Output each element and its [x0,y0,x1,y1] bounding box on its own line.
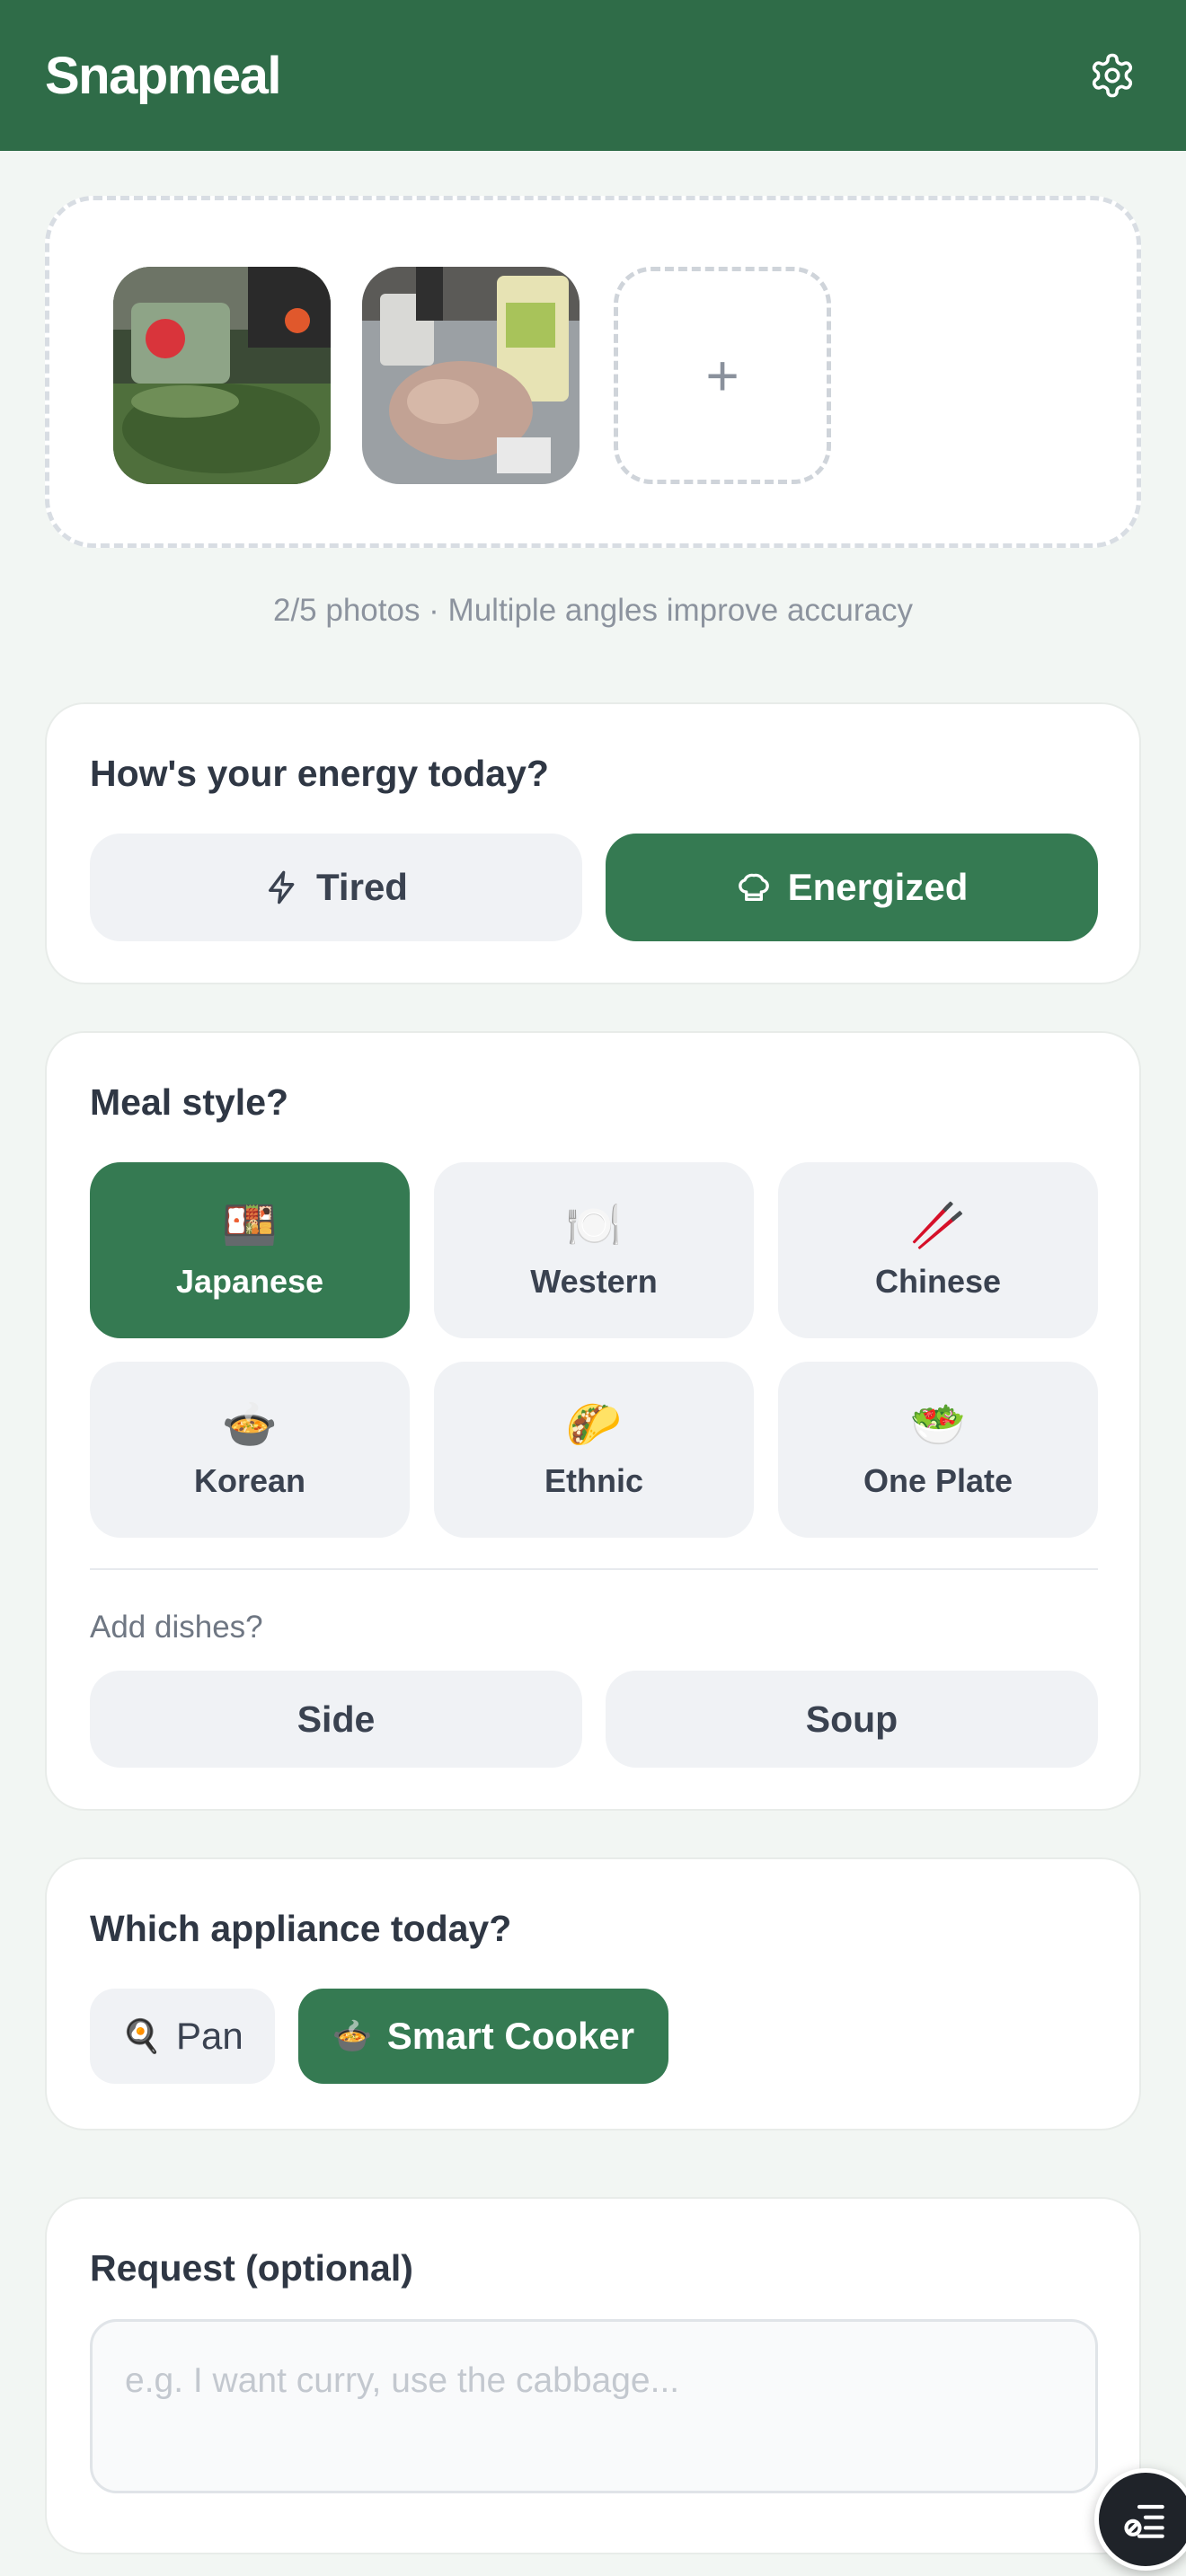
plate-cutlery-icon: 🍽️ [565,1200,623,1250]
gear-icon [1092,53,1133,98]
meal-style-chinese[interactable]: 🥢 Chinese [778,1162,1098,1338]
request-title: Request (optional) [90,2247,413,2289]
meal-style-western[interactable]: 🍽️ Western [434,1162,754,1338]
add-soup-label: Soup [805,1698,898,1740]
meal-style-japanese[interactable]: 🍱 Japanese [90,1162,410,1338]
photo-thumbnail[interactable] [113,267,331,484]
divider [90,1568,1098,1570]
appliance-title: Which appliance today? [90,1908,512,1949]
energy-title: How's your energy today? [90,753,549,794]
meal-style-title: Meal style? [90,1081,289,1123]
hotpot-icon: 🍲 [221,1399,279,1450]
add-side-label: Side [296,1698,376,1740]
meal-style-card: Meal style? 🍱 Japanese 🍽️ Western 🥢 Chin… [45,1031,1141,1811]
appliance-pan-button[interactable]: 🍳 Pan [90,1989,275,2084]
request-input[interactable] [90,2319,1098,2493]
frying-pan-icon: 🍳 [121,2017,163,2054]
meal-style-one-plate[interactable]: 🥗 One Plate [778,1362,1098,1538]
appliance-pan-label: Pan [176,2015,243,2057]
app-title: Snapmeal [45,46,282,105]
meal-style-label: Korean [193,1462,306,1499]
settings-button[interactable] [1084,47,1141,104]
meal-style-ethnic[interactable]: 🌮 Ethnic [434,1362,754,1538]
request-card: Request (optional) [45,2197,1141,2554]
add-dishes-label: Add dishes? [90,1610,263,1645]
photo-dropzone[interactable]: + [45,196,1141,548]
add-side-button[interactable]: Side [90,1671,582,1768]
energy-energized-button[interactable]: Energized [606,834,1098,941]
lightning-icon [269,870,295,904]
photo-count-hint: 2/5 photos · Multiple angles improve acc… [272,593,913,628]
chef-hat-icon [738,873,769,901]
meal-style-label: Chinese [874,1263,1002,1300]
menu-list-icon [1124,2504,1164,2538]
appliance-smart-cooker-label: Smart Cooker [386,2015,635,2057]
appliance-card: Which appliance today? 🍳 Pan 🍲 Smart Coo… [45,1857,1141,2130]
cooker-pot-icon: 🍲 [332,2017,373,2054]
photo-thumbnail[interactable] [362,267,580,484]
fridge-photo-image [362,267,580,484]
add-photo-button[interactable]: + [614,267,831,484]
meal-style-korean[interactable]: 🍲 Korean [90,1362,410,1538]
meal-style-label: Ethnic [544,1462,643,1499]
energy-tired-button[interactable]: Tired [90,834,582,941]
app-header: Snapmeal [0,0,1186,151]
meal-style-label: Western [530,1263,658,1300]
chopsticks-icon: 🥢 [909,1200,967,1250]
energy-energized-label: Energized [787,866,969,908]
energy-tired-label: Tired [316,866,408,908]
taco-icon: 🌮 [565,1399,623,1450]
meal-style-label: One Plate [863,1462,1013,1499]
bento-icon: 🍱 [221,1200,279,1250]
floating-menu-button[interactable] [1094,2468,1186,2571]
energy-card: How's your energy today? Tired Energized [45,702,1141,984]
appliance-smart-cooker-button[interactable]: 🍲 Smart Cooker [298,1989,668,2084]
add-soup-button[interactable]: Soup [606,1671,1098,1768]
fridge-photo-image [113,267,331,484]
salad-icon: 🥗 [909,1399,967,1450]
meal-style-label: Japanese [175,1263,324,1300]
